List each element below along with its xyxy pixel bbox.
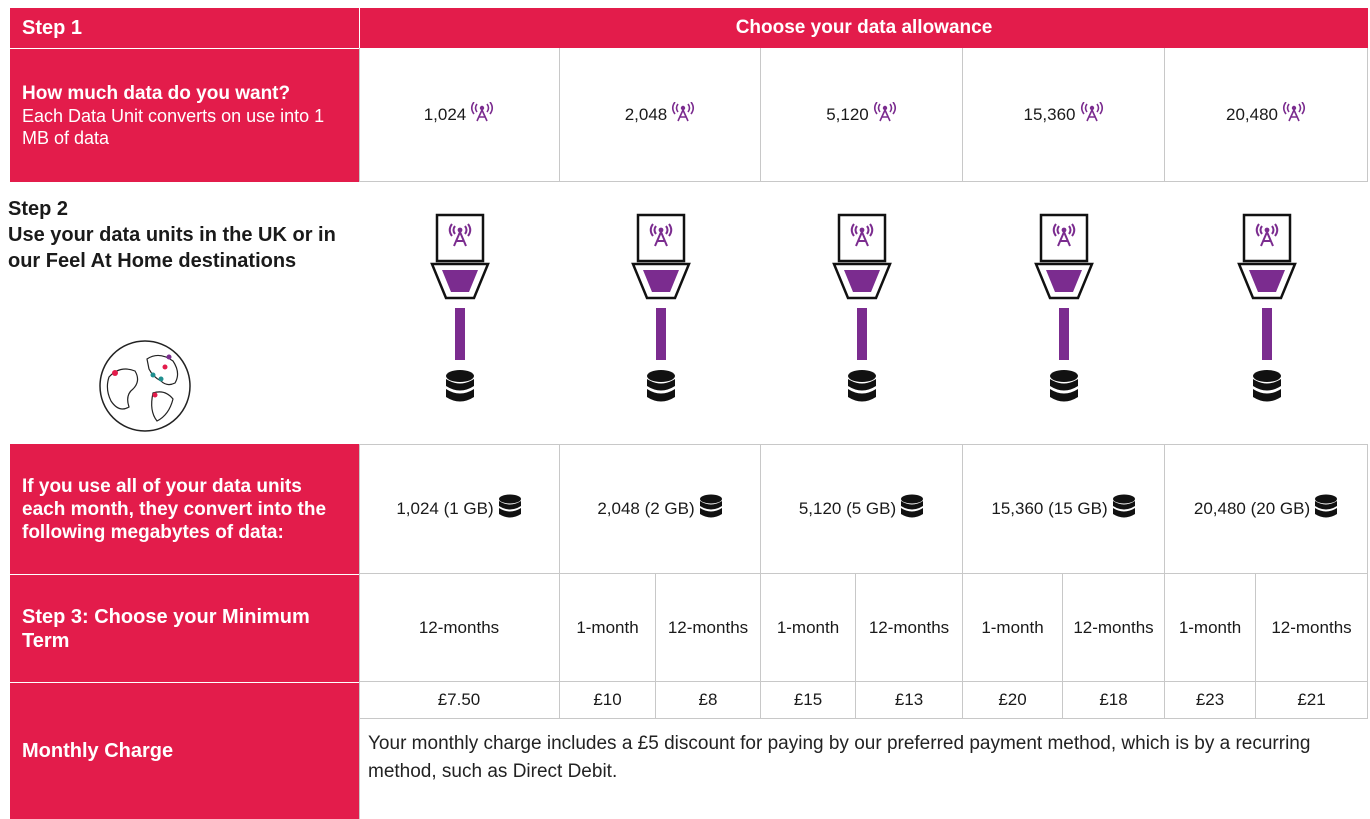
term-option[interactable]: 1-month [761, 574, 856, 682]
data-allowance-header: Choose your data allowance [359, 8, 1368, 48]
database-icon [1314, 494, 1338, 525]
data-unit-option[interactable]: 5,120 [761, 48, 963, 182]
price-cell: £21 [1256, 682, 1368, 719]
monthly-charge-label: Monthly Charge [10, 682, 359, 819]
data-unit-option[interactable]: 15,360 [963, 48, 1165, 182]
data-question-label: How much data do you want? Each Data Uni… [10, 48, 359, 182]
term-text: 12-months [1271, 617, 1352, 637]
database-icon [699, 494, 723, 525]
term-text: 12-months [868, 617, 950, 637]
price-text: £21 [1297, 690, 1326, 709]
data-unit-value: 1,024 [423, 104, 467, 124]
conversion-value: 15,360 (15 GB) [963, 444, 1165, 574]
step1-label: Step 1 [10, 8, 359, 48]
price-cell: £23 [1165, 682, 1256, 719]
price-cell: £18 [1063, 682, 1165, 719]
price-cell: £13 [856, 682, 963, 719]
term-text: 12-months [667, 617, 749, 637]
data-converter-icon [629, 212, 693, 412]
data-converter-icon [1032, 212, 1096, 412]
data-unit-option[interactable]: 20,480 [1165, 48, 1368, 182]
price-text: £8 [698, 690, 718, 709]
conversion-text: 2,048 (2 GB) [597, 499, 695, 518]
term-option[interactable]: 12-months [1063, 574, 1165, 682]
conversion-text: 15,360 (15 GB) [991, 499, 1108, 518]
data-unit-value: 5,120 [826, 104, 869, 124]
table-left-border [359, 444, 360, 819]
conversion-value: 1,024 (1 GB) [359, 444, 560, 574]
price-text: £23 [1195, 690, 1225, 709]
term-option[interactable]: 1-month [1165, 574, 1256, 682]
price-text: £20 [998, 690, 1027, 709]
database-icon [900, 494, 924, 525]
conversion-label: If you use all of your data units each m… [10, 444, 359, 574]
conversion-text: 5,120 (5 GB) [798, 499, 897, 518]
term-text: 1-month [576, 617, 639, 637]
price-cell: £10 [560, 682, 656, 719]
antenna-icon [1080, 101, 1104, 127]
step2-text: Step 2 Use your data units in the UK or … [8, 198, 336, 272]
term-text: 12-months [1073, 617, 1154, 637]
antenna-icon [873, 101, 897, 127]
conversion-value: 5,120 (5 GB) [761, 444, 963, 574]
term-text: 1-month [981, 617, 1044, 637]
price-text: £10 [593, 690, 622, 709]
price-text: £15 [793, 690, 823, 709]
conversion-text: 20,480 (20 GB) [1193, 499, 1311, 518]
conversion-value: 2,048 (2 GB) [560, 444, 761, 574]
term-text: 12-months [418, 617, 500, 637]
antenna-icon [1282, 101, 1306, 127]
data-unit-option[interactable]: 1,024 [359, 48, 560, 182]
data-converter-icon [830, 212, 894, 412]
price-text: £13 [894, 690, 924, 709]
term-option[interactable]: 12-months [359, 574, 560, 682]
data-unit-option[interactable]: 2,048 [560, 48, 761, 182]
step3-label: Step 3: Choose your Minimum Term [10, 574, 359, 682]
price-cell: £20 [963, 682, 1063, 719]
conversion-text: 1,024 (1 GB) [396, 499, 494, 518]
data-converter-icon [428, 212, 492, 412]
term-option[interactable]: 1-month [560, 574, 656, 682]
price-cell: £15 [761, 682, 856, 719]
database-icon [498, 494, 522, 525]
price-text: £7.50 [437, 690, 481, 709]
database-icon [1112, 494, 1136, 525]
term-option[interactable]: 12-months [1256, 574, 1368, 682]
data-unit-value: 20,480 [1226, 104, 1278, 124]
price-text: £18 [1099, 690, 1128, 709]
charge-note: Your monthly charge includes a £5 discou… [368, 733, 1311, 782]
term-option[interactable]: 12-months [656, 574, 761, 682]
price-cell: £7.50 [359, 682, 560, 719]
data-converter-icon [1235, 212, 1299, 412]
term-text: 1-month [1178, 617, 1242, 637]
price-cell: £8 [656, 682, 761, 719]
globe-icon [95, 337, 195, 435]
conversion-value: 20,480 (20 GB) [1165, 444, 1368, 574]
term-option[interactable]: 12-months [856, 574, 963, 682]
antenna-icon [671, 101, 695, 127]
antenna-icon [470, 101, 494, 127]
term-text: 1-month [776, 617, 840, 637]
data-unit-value: 15,360 [1023, 104, 1076, 124]
data-unit-value: 2,048 [624, 104, 668, 124]
table-left-border [359, 48, 360, 182]
term-option[interactable]: 1-month [963, 574, 1063, 682]
